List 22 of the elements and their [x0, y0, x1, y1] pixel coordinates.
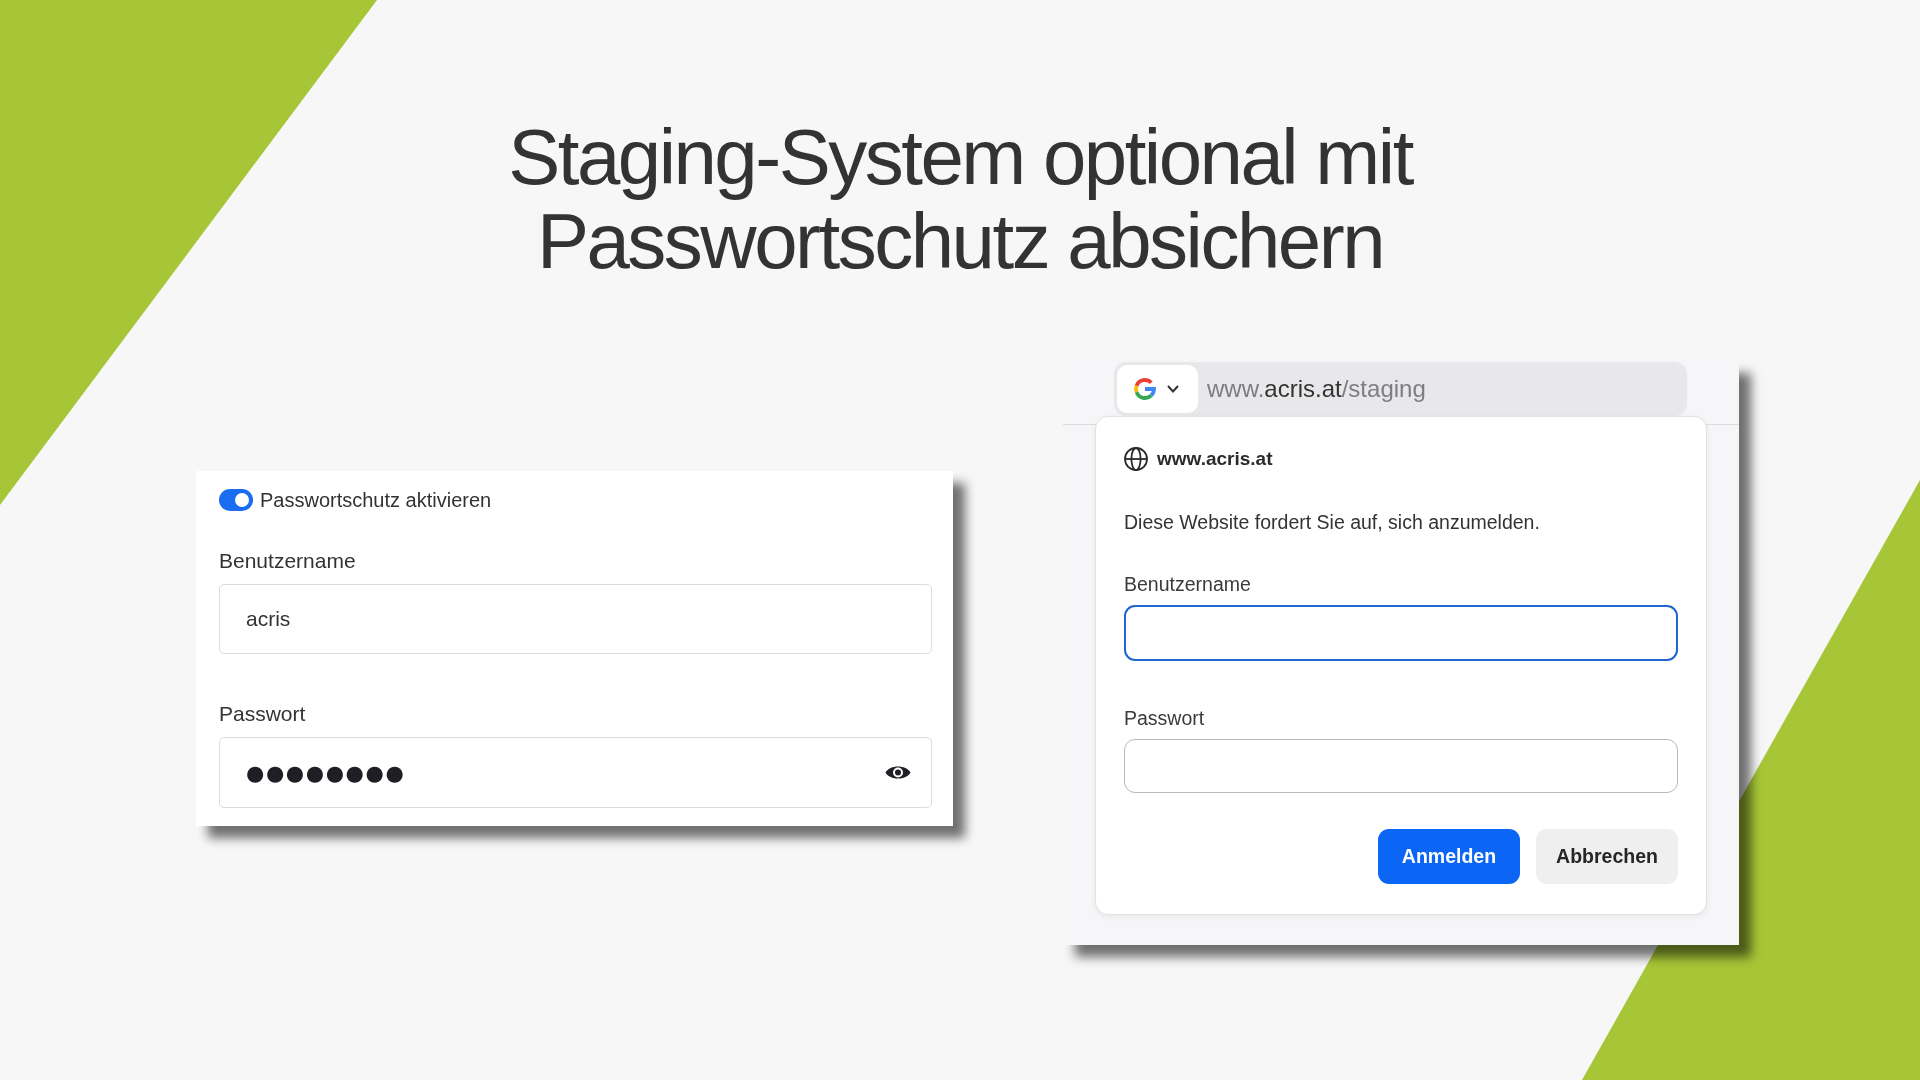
cancel-button[interactable]: Abbrechen — [1536, 829, 1678, 884]
g-logo-icon — [1134, 378, 1156, 400]
field-label: Passwort — [219, 702, 306, 726]
field-label: Benutzername — [219, 549, 356, 573]
input-field[interactable]: acris — [219, 584, 932, 654]
site-name: www.acris.at — [1157, 448, 1273, 470]
field-label: Passwort — [1124, 706, 1205, 730]
globe-icon — [1124, 447, 1148, 471]
address-bar[interactable]: www.acris.at/staging — [1114, 362, 1687, 416]
site-info-button[interactable] — [1117, 365, 1198, 413]
toggle-label: Passwortschutz aktivieren — [260, 488, 492, 512]
url-text: www.acris.at/staging — [1207, 374, 1426, 404]
login-button[interactable]: Anmelden — [1378, 829, 1520, 884]
eye-icon[interactable] — [885, 764, 911, 781]
input-field[interactable] — [1124, 605, 1678, 661]
slide-title: Staging-System optional mit Passwortschutz absichern — [507, 115, 1414, 283]
input-field[interactable] — [1124, 739, 1678, 793]
dialog-message: Diese Website fordert Sie auf, sich anzumelden. — [1124, 510, 1540, 534]
toggle-switch[interactable] — [219, 489, 253, 511]
password-field[interactable]: ●●●●●●●● — [219, 737, 932, 808]
chevron-down-icon[interactable] — [1167, 385, 1179, 393]
field-label: Benutzername — [1124, 572, 1251, 596]
